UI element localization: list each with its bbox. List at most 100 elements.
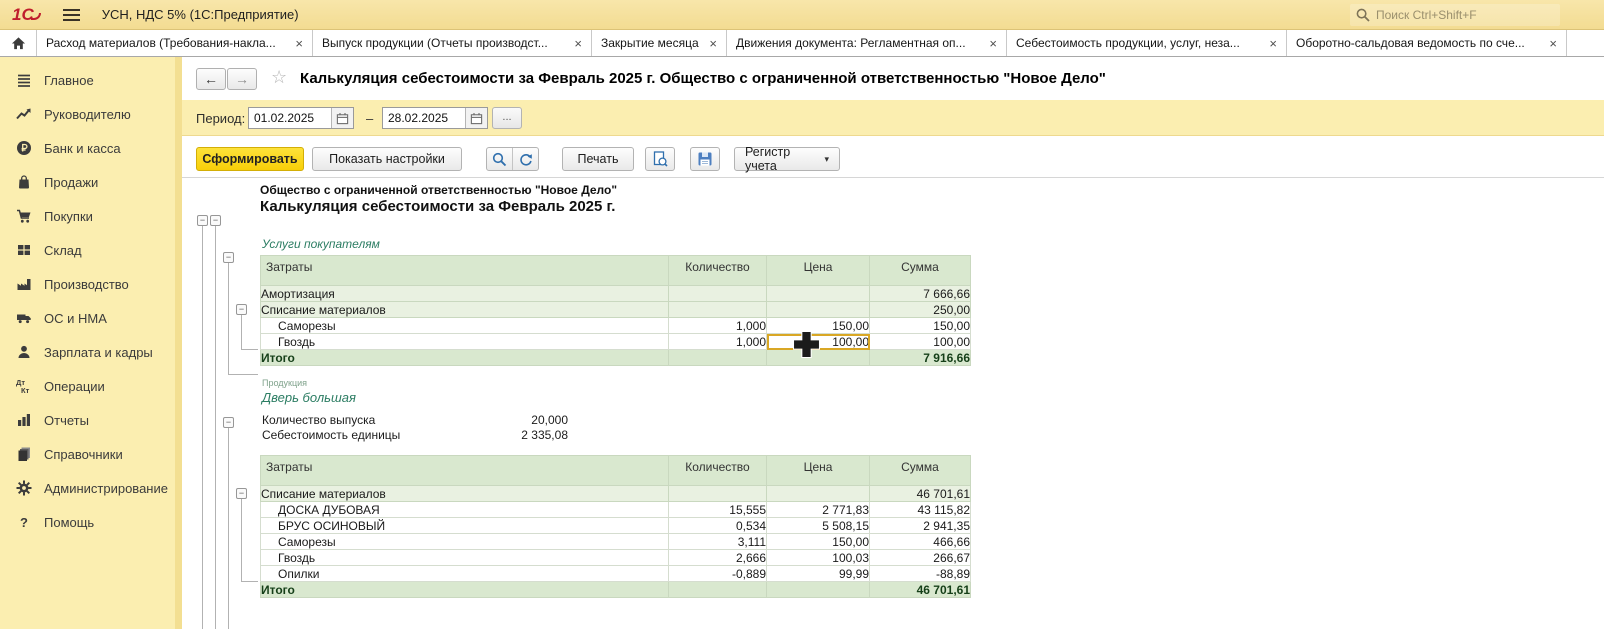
close-icon[interactable]: × (1549, 37, 1557, 50)
cell-sum[interactable]: 46 701,61 (870, 582, 971, 598)
sidebar-scrollbar[interactable] (175, 57, 182, 629)
print-preview-button[interactable] (645, 147, 675, 171)
cell-price[interactable] (767, 350, 870, 366)
favorite-star-icon[interactable]: ☆ (271, 67, 287, 88)
print-button[interactable]: Печать (562, 147, 634, 171)
find-button[interactable] (487, 148, 512, 170)
close-icon[interactable]: × (1269, 37, 1277, 50)
cell-sum[interactable]: 466,66 (870, 534, 971, 550)
calendar-icon[interactable] (331, 108, 353, 128)
cell-label[interactable]: БРУС ОСИНОВЫЙ (261, 518, 669, 534)
cell-sum[interactable]: 100,00 (870, 334, 971, 350)
global-search-input[interactable]: Поиск Ctrl+Shift+F (1350, 4, 1560, 26)
sidebar-item-os-i-nma[interactable]: ОС и НМА (0, 301, 182, 335)
cell-qty[interactable]: -0,889 (669, 566, 767, 582)
cell-label[interactable]: Итого (261, 350, 669, 366)
cell-sum[interactable]: 7 916,66 (870, 350, 971, 366)
collapse-button[interactable]: − (197, 215, 208, 226)
cell-sum[interactable]: 7 666,66 (870, 286, 971, 302)
cell-label[interactable]: Гвоздь (261, 550, 669, 566)
cell-label[interactable]: Саморезы (261, 318, 669, 334)
cell-price[interactable]: 150,00 (767, 318, 870, 334)
show-settings-button[interactable]: Показать настройки (312, 147, 462, 171)
cell-sum[interactable]: 150,00 (870, 318, 971, 334)
back-button[interactable]: ← (196, 68, 226, 90)
main-menu-icon[interactable] (63, 9, 80, 21)
collapse-button[interactable]: − (210, 215, 221, 226)
selected-cell[interactable]: 100,00 (767, 334, 870, 350)
tab-vypusk-produkcii[interactable]: Выпуск продукции (Отчеты производст... × (313, 30, 592, 56)
sidebar-item-spravochniki[interactable]: Справочники (0, 437, 182, 471)
cell-price[interactable]: 100,03 (767, 550, 870, 566)
collapse-button[interactable]: − (223, 252, 234, 263)
cell-label[interactable]: ДОСКА ДУБОВАЯ (261, 502, 669, 518)
cell-label[interactable]: Опилки (261, 566, 669, 582)
cell-sum[interactable]: 250,00 (870, 302, 971, 318)
tab-sebestoimost-produkcii[interactable]: Себестоимость продукции, услуг, неза... … (1007, 30, 1287, 56)
close-icon[interactable]: × (989, 37, 997, 50)
cell-label[interactable]: Саморезы (261, 534, 669, 550)
column-header[interactable]: Затраты (261, 456, 669, 486)
cell-label[interactable]: Списание материалов (261, 302, 669, 318)
sidebar-item-pomosch[interactable]: ? Помощь (0, 505, 182, 539)
cell-price[interactable]: 150,00 (767, 534, 870, 550)
cell-qty[interactable]: 3,111 (669, 534, 767, 550)
sidebar-item-pokupki[interactable]: Покупки (0, 199, 182, 233)
generate-button[interactable]: Сформировать (196, 147, 304, 171)
close-icon[interactable]: × (295, 37, 303, 50)
cell-sum[interactable]: 266,67 (870, 550, 971, 566)
collapse-button[interactable]: − (236, 304, 247, 315)
sidebar-item-proizvodstvo[interactable]: Производство (0, 267, 182, 301)
cell-price[interactable] (767, 486, 870, 502)
cell-qty[interactable]: 1,000 (669, 334, 767, 350)
cell-label[interactable]: Амортизация (261, 286, 669, 302)
cell-label[interactable]: Гвоздь (261, 334, 669, 350)
cell-price[interactable] (767, 582, 870, 598)
column-header[interactable]: Сумма (870, 456, 971, 486)
cell-qty[interactable] (669, 286, 767, 302)
sidebar-item-rukovoditelyu[interactable]: Руководителю (0, 97, 182, 131)
sidebar-item-prodazhi[interactable]: Продажи (0, 165, 182, 199)
cell-price[interactable]: 99,99 (767, 566, 870, 582)
sidebar-item-otchety[interactable]: Отчеты (0, 403, 182, 437)
column-header[interactable]: Цена (767, 456, 870, 486)
cell-qty[interactable]: 15,555 (669, 502, 767, 518)
cell-price[interactable]: 2 771,83 (767, 502, 870, 518)
column-header[interactable]: Сумма (870, 256, 971, 286)
register-dropdown-button[interactable]: Регистр учета ▾ (734, 147, 840, 171)
cell-sum[interactable]: 43 115,82 (870, 502, 971, 518)
cell-sum[interactable]: 2 941,35 (870, 518, 971, 534)
sidebar-item-administrirovanie[interactable]: Администрирование (0, 471, 182, 505)
sidebar-item-glavnoe[interactable]: Главное (0, 63, 182, 97)
sidebar-item-sklad[interactable]: Склад (0, 233, 182, 267)
cell-price[interactable] (767, 302, 870, 318)
tab-zakrytie-mesyaca[interactable]: Закрытие месяца × (592, 30, 727, 56)
forward-button[interactable]: → (227, 68, 257, 90)
tab-oborotno-saldovaya[interactable]: Оборотно-сальдовая ведомость по сче... × (1287, 30, 1567, 56)
cell-label[interactable]: Списание материалов (261, 486, 669, 502)
column-header[interactable]: Затраты (261, 256, 669, 286)
cell-qty[interactable] (669, 302, 767, 318)
collapse-button[interactable]: − (236, 488, 247, 499)
home-tab[interactable] (0, 30, 37, 56)
cell-sum[interactable]: -88,89 (870, 566, 971, 582)
cell-label[interactable]: Итого (261, 582, 669, 598)
column-header[interactable]: Цена (767, 256, 870, 286)
column-header[interactable]: Количество (669, 256, 767, 286)
find-next-button[interactable] (512, 148, 538, 170)
close-icon[interactable]: × (574, 37, 582, 50)
cell-qty[interactable] (669, 582, 767, 598)
cell-qty[interactable] (669, 486, 767, 502)
period-from-input[interactable] (249, 108, 331, 128)
sidebar-item-operacii[interactable]: ДтКт Операции (0, 369, 182, 403)
cell-qty[interactable]: 2,666 (669, 550, 767, 566)
cell-qty[interactable]: 1,000 (669, 318, 767, 334)
cell-qty[interactable]: 0,534 (669, 518, 767, 534)
calendar-icon[interactable] (465, 108, 487, 128)
column-header[interactable]: Количество (669, 456, 767, 486)
cell-price[interactable] (767, 286, 870, 302)
collapse-button[interactable]: − (223, 417, 234, 428)
sidebar-item-bank-i-kassa[interactable]: Банк и касса (0, 131, 182, 165)
tab-rashod-materialov[interactable]: Расход материалов (Требования-накла... × (37, 30, 313, 56)
period-more-button[interactable]: ... (492, 107, 522, 129)
